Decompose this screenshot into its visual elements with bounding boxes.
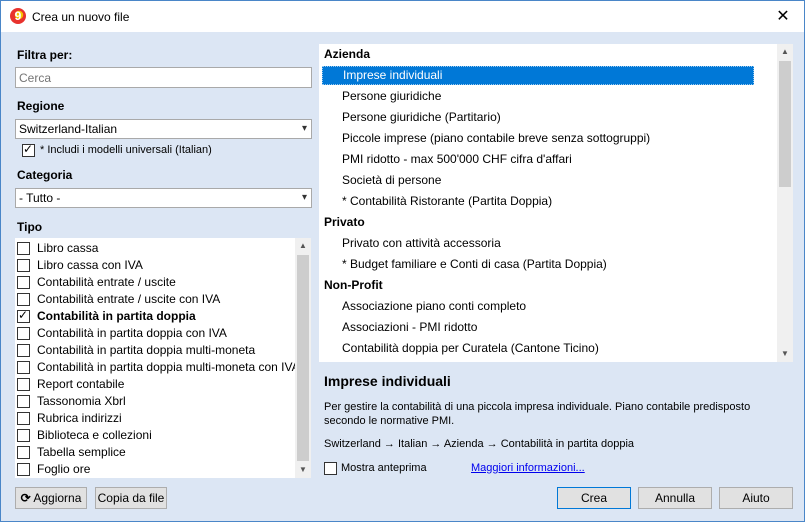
category-label: Categoria (17, 168, 73, 182)
scroll-up-icon[interactable]: ▲ (295, 238, 311, 254)
type-checkbox[interactable] (17, 344, 30, 357)
tree-item[interactable]: * Budget familiare e Conti di casa (Part… (319, 254, 793, 275)
scrollbar-thumb[interactable] (779, 61, 791, 187)
close-icon: ✕ (776, 8, 790, 25)
tree-group[interactable]: Privato (319, 212, 782, 233)
type-list-scrollbar[interactable]: ▲ ▼ (295, 238, 311, 478)
tree-item[interactable]: Contabilità doppia per Curatela (Cantone… (319, 338, 793, 359)
svg-text:9: 9 (15, 9, 22, 23)
window-title: Crea un nuovo file (32, 10, 130, 24)
dialog-body: Filtra per: Regione Switzerland-Italian … (1, 32, 804, 521)
description-text: Per gestire la contabilità di una piccol… (324, 401, 751, 427)
template-tree: Azienda Imprese individuali Persone giur… (319, 44, 793, 362)
type-item[interactable]: Tabella semplice (15, 444, 295, 461)
show-preview-checkbox[interactable] (324, 462, 337, 475)
type-checkbox[interactable] (17, 327, 30, 340)
scroll-down-icon[interactable]: ▼ (295, 462, 311, 478)
type-checkbox[interactable] (17, 308, 30, 323)
type-checkbox[interactable] (17, 429, 30, 442)
type-item[interactable]: Rubrica indirizzi (15, 410, 295, 427)
type-checkbox[interactable] (17, 446, 30, 459)
tree-item[interactable]: Persone giuridiche (Partitario) (319, 107, 793, 128)
type-checkbox[interactable] (17, 259, 30, 272)
tree-item-selected[interactable]: Imprese individuali (319, 65, 793, 86)
new-file-dialog: 9 Crea un nuovo file ✕ Filtra per: Regio… (0, 0, 805, 522)
type-checkbox[interactable] (17, 242, 30, 255)
help-button[interactable]: Aiuto (719, 487, 793, 509)
tree-item[interactable]: Associazione piano conti completo (319, 296, 793, 317)
tree-item[interactable]: Persone giuridiche (319, 86, 793, 107)
type-checkbox[interactable] (17, 463, 30, 476)
category-select[interactable]: - Tutto - ▾ (15, 188, 312, 208)
chevron-down-icon: ▾ (301, 123, 307, 134)
type-checkbox[interactable] (17, 293, 30, 306)
type-item[interactable]: Contabilità in partita doppia multi-mone… (15, 342, 295, 359)
tree-item[interactable]: PMI ridotto - max 500'000 CHF cifra d'af… (319, 149, 793, 170)
copy-from-file-button[interactable]: Copia da file (95, 487, 167, 509)
refresh-button[interactable]: ⟳ Aggiorna (15, 487, 87, 509)
region-value: Switzerland-Italian (19, 122, 118, 136)
show-preview-label: Mostra anteprima (341, 462, 427, 474)
type-checkbox[interactable] (17, 378, 30, 391)
type-item[interactable]: Biblioteca e collezioni (15, 427, 295, 444)
include-universal-label: * Includi i modelli universali (Italian) (40, 144, 212, 156)
type-item[interactable]: Contabilità entrate / uscite (15, 274, 295, 291)
tree-item[interactable]: Piccole imprese (piano contabile breve s… (319, 128, 793, 149)
description-path: Switzerland → Italian → Azienda → Contab… (324, 438, 635, 450)
type-item[interactable]: Contabilità in partita doppia (15, 308, 295, 325)
type-item[interactable]: Libro cassa (15, 240, 295, 257)
filter-label: Filtra per: (17, 48, 73, 62)
description-title: Imprese individuali (324, 373, 451, 389)
scroll-down-icon[interactable]: ▼ (777, 346, 793, 362)
region-label: Regione (17, 99, 65, 113)
banana-app-icon: 9 (10, 8, 26, 24)
category-value: - Tutto - (19, 191, 61, 205)
type-item[interactable]: Foglio ore (15, 461, 295, 478)
tree-item[interactable]: Associazioni - PMI ridotto (319, 317, 793, 338)
search-input[interactable] (15, 67, 312, 88)
type-item[interactable]: Report contabile (15, 376, 295, 393)
type-list: Libro cassa Libro cassa con IVA Contabil… (15, 238, 311, 478)
tree-item[interactable]: * Contabilità Ristorante (Partita Doppia… (319, 191, 793, 212)
tree-item[interactable]: Privato con attività accessoria (319, 233, 793, 254)
type-item[interactable]: Libro cassa con IVA (15, 257, 295, 274)
tree-scrollbar[interactable]: ▲ ▼ (777, 44, 793, 362)
refresh-label: Aggiorna (33, 491, 82, 505)
tree-item[interactable]: Società di persone (319, 170, 793, 191)
include-universal-checkbox[interactable] (22, 142, 35, 157)
cancel-button[interactable]: Annulla (638, 487, 712, 509)
tree-group[interactable]: Azienda (319, 44, 782, 65)
type-checkbox[interactable] (17, 412, 30, 425)
type-item[interactable]: Contabilità in partita doppia con IVA (15, 325, 295, 342)
refresh-icon: ⟳ (20, 491, 31, 505)
scrollbar-thumb[interactable] (297, 255, 309, 461)
type-checkbox[interactable] (17, 276, 30, 289)
create-button[interactable]: Crea (557, 487, 631, 509)
type-checkbox[interactable] (17, 395, 30, 408)
type-label: Tipo (17, 220, 43, 234)
tree-group[interactable]: Non-Profit (319, 275, 782, 296)
scroll-up-icon[interactable]: ▲ (777, 44, 793, 60)
region-select[interactable]: Switzerland-Italian ▾ (15, 119, 312, 139)
title-bar: 9 Crea un nuovo file ✕ (1, 1, 804, 32)
type-item[interactable]: Contabilità in partita doppia multi-mone… (15, 359, 295, 376)
more-info-link[interactable]: Maggiori informazioni... (471, 462, 585, 474)
close-button[interactable]: ✕ (762, 1, 804, 32)
type-checkbox[interactable] (17, 361, 30, 374)
type-item[interactable]: Tassonomia Xbrl (15, 393, 295, 410)
type-item[interactable]: Contabilità entrate / uscite con IVA (15, 291, 295, 308)
chevron-down-icon: ▾ (301, 192, 307, 203)
